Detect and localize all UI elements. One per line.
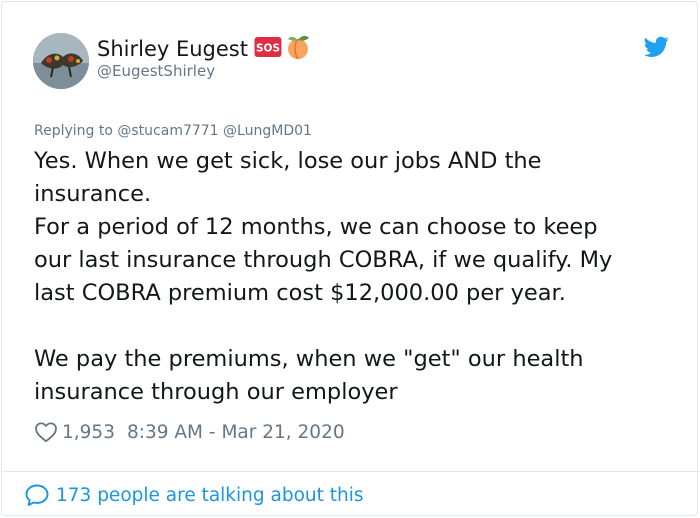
sos-text: SOS <box>256 43 280 55</box>
speech-bubble-icon <box>25 484 49 506</box>
twitter-bird-icon[interactable] <box>644 36 669 58</box>
tweet-text-line: We pay the premiums, when we "get" our h… <box>34 346 584 372</box>
tweet-meta: 1,953 8:39 AM - Mar 21, 2020 <box>34 418 345 446</box>
display-name[interactable]: Shirley Eugest <box>97 37 248 61</box>
tweet-text-line: insurance through our employer <box>34 379 398 405</box>
peach-icon <box>284 33 312 65</box>
tweet-text: Yes. When we get sick, lose our jobs AND… <box>34 145 674 409</box>
heart-icon[interactable] <box>34 420 58 444</box>
like-count[interactable]: 1,953 <box>62 422 115 443</box>
mention-link[interactable]: @LungMD01 <box>223 123 312 139</box>
tweet-text-line: insurance. <box>34 181 152 207</box>
avatar-image <box>33 33 89 89</box>
sos-icon: SOS <box>254 36 282 62</box>
author-handle[interactable]: @EugestShirley <box>97 62 215 80</box>
tweet-card[interactable]: Shirley Eugest SOS @EugestShirley Replyi… <box>1 1 700 516</box>
replying-to-prefix: Replying to <box>34 123 113 139</box>
divider <box>3 471 700 472</box>
avatar[interactable] <box>33 33 89 89</box>
tweet-text-line: For a period of 12 months, we can choose… <box>34 214 598 240</box>
conversation-count-label[interactable]: 173 people are talking about this <box>56 485 364 506</box>
tweet-text-line: last COBRA premium cost $12,000.00 per y… <box>34 280 566 306</box>
author-name-row[interactable]: Shirley Eugest SOS <box>97 35 312 63</box>
tweet-text-line: our last insurance through COBRA, if we … <box>34 247 613 273</box>
conversation-link[interactable]: 173 people are talking about this <box>24 481 364 509</box>
tweet-text-line: Yes. When we get sick, lose our jobs AND… <box>34 148 542 174</box>
replying-to: Replying to @stucam7771 @LungMD01 <box>34 123 312 139</box>
timestamp[interactable]: 8:39 AM - Mar 21, 2020 <box>127 422 345 443</box>
tweet-text-blank-line <box>34 310 674 343</box>
mention-link[interactable]: @stucam7771 <box>117 123 218 139</box>
